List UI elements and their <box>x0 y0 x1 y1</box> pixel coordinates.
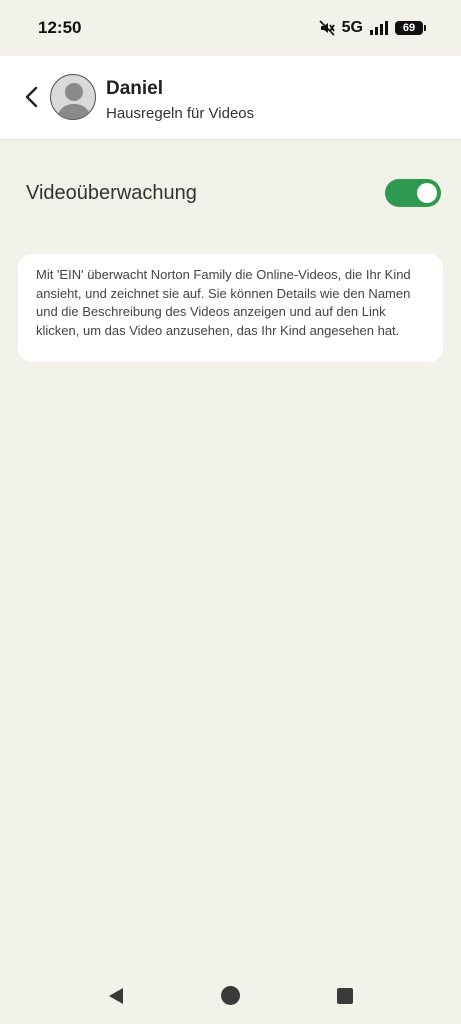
video-monitoring-toggle[interactable] <box>385 179 441 207</box>
mute-icon <box>319 20 335 36</box>
network-label: 5G <box>341 19 363 36</box>
child-name: Daniel <box>106 78 164 99</box>
back-triangle-icon[interactable] <box>106 986 126 1006</box>
signal-icon <box>370 21 388 35</box>
video-monitoring-label: Videoüberwachung <box>26 182 197 204</box>
app-header: Daniel Hausregeln für Videos <box>0 56 461 140</box>
video-monitoring-row: Videoüberwachung <box>0 140 461 248</box>
avatar <box>50 74 96 120</box>
info-text: Mit 'EIN' überwacht Norton Family die On… <box>36 267 411 338</box>
home-circle-icon[interactable] <box>220 985 241 1006</box>
status-icons: 5G 69 <box>318 17 426 39</box>
system-nav-bar <box>0 968 461 1024</box>
recents-square-icon[interactable] <box>336 987 354 1005</box>
toggle-knob <box>417 183 437 203</box>
person-avatar-icon <box>57 83 91 119</box>
page-subtitle: Hausregeln für Videos <box>106 105 255 122</box>
status-bar: 12:50 5G 69 <box>0 0 461 56</box>
battery-icon: 69 <box>395 21 426 35</box>
back-button[interactable] <box>18 82 46 112</box>
info-card: Mit 'EIN' überwacht Norton Family die On… <box>18 254 443 362</box>
chevron-left-icon <box>25 86 38 108</box>
status-time: 12:50 <box>38 18 82 37</box>
